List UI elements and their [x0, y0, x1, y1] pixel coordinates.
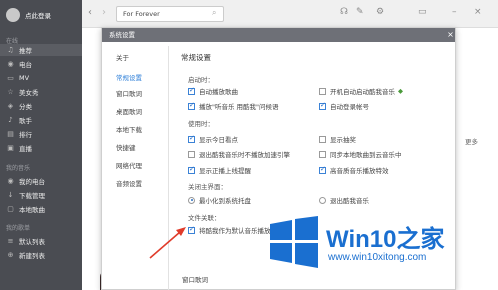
sidebar-item-category[interactable]: ◈ 分类: [0, 100, 82, 112]
watermark: Win10之家 www.win10xitong.com: [268, 216, 498, 276]
auto-play-checkbox[interactable]: 自动播放歌曲: [188, 86, 238, 96]
mic-icon: ♪: [8, 116, 13, 124]
star-icon: ☆: [7, 88, 14, 96]
settings-nav-desktop-lyrics[interactable]: 桌面歌词: [116, 106, 142, 116]
top-hint-checkbox[interactable]: 显示正播上线提醒: [188, 165, 251, 175]
sidebar-item-recommend[interactable]: ♫ 推荐: [0, 44, 82, 56]
auto-start-checkbox[interactable]: 开机自动启动酷我音乐 ◆: [319, 86, 403, 96]
group-usage: 使用时：: [188, 120, 214, 128]
default-player-checkbox[interactable]: 将酷我作为默认音乐播放器: [188, 225, 277, 235]
settings-nav-hotkeys[interactable]: 快捷键: [116, 142, 136, 152]
panel-title: 常规设置: [181, 53, 211, 62]
dialog-close-button[interactable]: ×: [444, 28, 457, 42]
settings-nav-general[interactable]: 常规设置: [116, 72, 142, 82]
mini-mode-icon[interactable]: ▭: [418, 7, 427, 17]
dialog-title: 系统设置: [102, 28, 455, 42]
live-icon: ▣: [7, 144, 14, 152]
sidebar-item-charts[interactable]: ▤ 排行: [0, 128, 82, 140]
section-window-lyrics: 窗口歌词: [182, 276, 208, 284]
more-link[interactable]: 更多: [465, 136, 478, 146]
settings-nav-window-lyrics[interactable]: 窗口歌词: [116, 88, 142, 98]
section-playlists: 我的歌单: [6, 225, 31, 232]
list-icon: ≡: [7, 237, 14, 245]
close-icon[interactable]: ×: [474, 7, 482, 17]
gear-icon[interactable]: ⚙: [376, 7, 384, 17]
forward-button[interactable]: ›: [102, 7, 106, 18]
group-file-assoc: 文件关联：: [188, 214, 221, 222]
sidebar-item-default-list[interactable]: ≡ 默认列表: [0, 235, 82, 247]
settings-nav-local-download[interactable]: 本地下载: [116, 124, 142, 134]
nav-divider: [168, 46, 169, 290]
radio-icon: ◉: [7, 177, 14, 185]
sidebar: 点此登录 在线 ♫ 推荐 ◉ 电台 ▭ MV ☆ 美女秀 ◈ 分类 ♪ 歌手 ▤ 排行 ▣ 直播…: [0, 0, 82, 290]
section-my-music: 我的音乐: [6, 165, 31, 172]
radio-icon: ◉: [7, 60, 14, 68]
folder-icon: ▢: [7, 205, 14, 213]
avatar[interactable]: [6, 8, 20, 22]
exit-engine-checkbox[interactable]: 退出酷我音乐时不播放加速引擎: [188, 149, 290, 159]
sidebar-item-downloads[interactable]: ↓ 下载管理: [0, 189, 82, 201]
sidebar-item-radio[interactable]: ◉ 电台: [0, 58, 82, 70]
group-close-main: 关闭主界面：: [188, 183, 227, 191]
high-quality-checkbox[interactable]: 高音质音乐播放特效: [319, 165, 389, 175]
chart-icon: ▤: [7, 130, 14, 138]
topbar: ‹ › For Forever ⌕ ☊ ✎ ⚙ ▭ – ×: [82, 0, 498, 28]
headphones-icon[interactable]: ☊: [340, 7, 348, 17]
settings-nav-about[interactable]: 关于: [116, 52, 129, 62]
category-icon: ◈: [7, 102, 14, 110]
add-icon: ⊕: [7, 251, 14, 259]
watermark-brand: Win10之家: [326, 226, 445, 253]
user-login[interactable]: 点此登录: [6, 8, 51, 22]
exit-app-radio[interactable]: 退出酷我音乐: [319, 195, 369, 205]
settings-nav-audio[interactable]: 音频设置: [116, 178, 142, 188]
search-icon[interactable]: ⌕: [212, 8, 216, 18]
minimize-icon[interactable]: –: [452, 7, 457, 17]
search-input[interactable]: For Forever: [116, 6, 224, 22]
tv-icon: ▭: [7, 74, 14, 82]
shield-icon: ◆: [398, 87, 403, 95]
sidebar-item-live[interactable]: ▣ 直播: [0, 142, 82, 154]
show-lottery-checkbox[interactable]: 显示抽奖: [319, 134, 356, 144]
sidebar-item-local[interactable]: ▢ 本地歌曲: [0, 203, 82, 215]
sync-cloud-checkbox[interactable]: 同步本地歌曲到云音乐中: [319, 149, 402, 159]
windows-logo-icon: [270, 216, 318, 268]
settings-nav-proxy[interactable]: 网络代理: [116, 160, 142, 170]
sidebar-item-artists[interactable]: ♪ 歌手: [0, 114, 82, 126]
show-today-checkbox[interactable]: 显示今日看点: [188, 134, 238, 144]
group-startup: 启动时：: [188, 76, 214, 84]
greeting-checkbox[interactable]: 播放"听音乐 用酷我"问候语: [188, 101, 279, 111]
sidebar-item-my-radio[interactable]: ◉ 我的电台: [0, 175, 82, 187]
minimize-tray-radio[interactable]: 最小化到系统托盘: [188, 195, 251, 205]
sidebar-item-show[interactable]: ☆ 美女秀: [0, 86, 82, 98]
download-icon: ↓: [7, 191, 14, 199]
sidebar-item-new-list[interactable]: ⊕ 新建列表: [0, 249, 82, 261]
login-link[interactable]: 点此登录: [25, 10, 51, 20]
watermark-url: www.win10xitong.com: [328, 252, 427, 263]
auto-login-checkbox[interactable]: 自动登录帐号: [319, 101, 369, 111]
music-note-icon: ♫: [7, 46, 14, 54]
skin-icon[interactable]: ✎: [356, 7, 364, 17]
back-button[interactable]: ‹: [88, 7, 92, 18]
sidebar-item-mv[interactable]: ▭ MV: [0, 72, 82, 84]
